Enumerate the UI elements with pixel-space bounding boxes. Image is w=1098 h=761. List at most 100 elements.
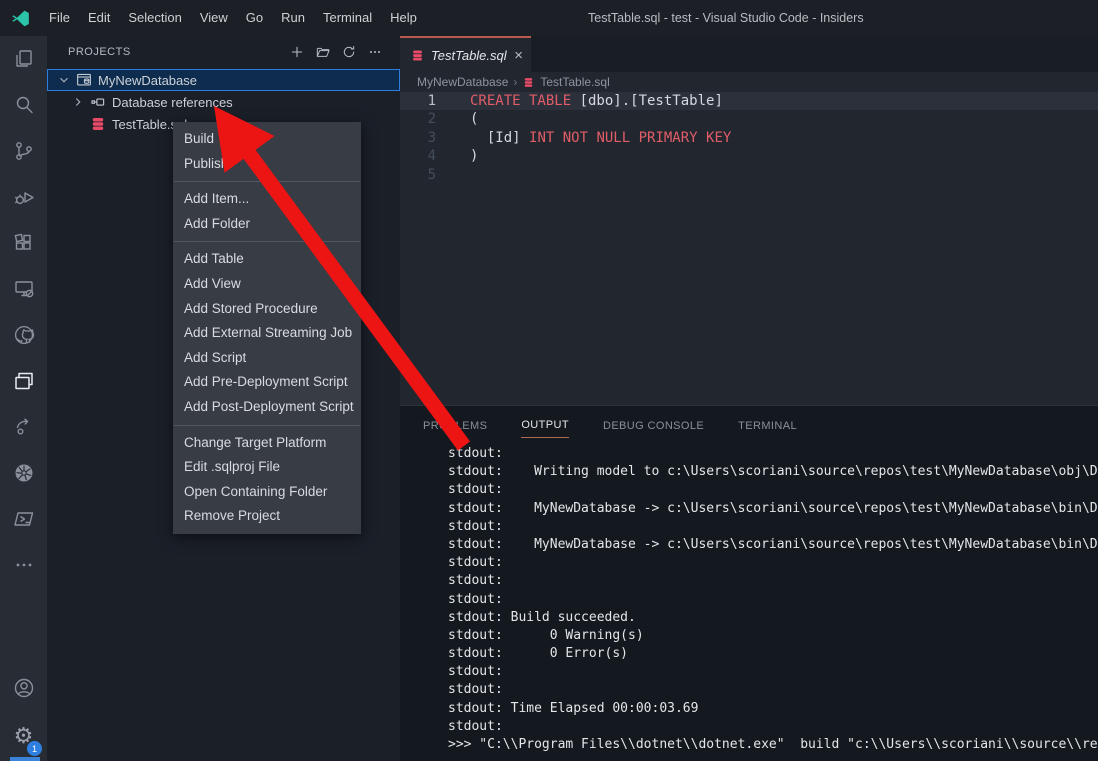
menu-terminal[interactable]: Terminal — [314, 0, 381, 36]
output-line: stdout: — [448, 572, 1098, 590]
line-number: 5 — [400, 166, 452, 184]
sidebar-title: PROJECTS — [68, 46, 131, 58]
output-line: stdout: Time Elapsed 00:00:03.69 — [448, 700, 1098, 718]
output-line: stdout: MyNewDatabase -> c:\Users\scoria… — [448, 500, 1098, 518]
context-menu-item-add-item[interactable]: Add Item... — [173, 187, 361, 212]
breadcrumb-project[interactable]: MyNewDatabase — [417, 75, 508, 89]
line-text: ( — [452, 110, 478, 128]
close-icon[interactable]: × — [514, 48, 523, 63]
context-menu-item-build[interactable]: Build — [173, 127, 361, 152]
powershell-icon[interactable] — [0, 496, 47, 542]
twistie-placeholder — [70, 116, 86, 132]
menu-run[interactable]: Run — [272, 0, 314, 36]
search-icon[interactable] — [0, 82, 47, 128]
run-debug-icon[interactable] — [0, 174, 47, 220]
menu-view[interactable]: View — [191, 0, 237, 36]
workbench: ⚙ 1 PROJECTS MyNewDatabase Database — [0, 36, 1098, 761]
refresh-icon[interactable] — [338, 41, 360, 63]
output-line: >>> "C:\\Program Files\\dotnet\\dotnet.e… — [448, 736, 1098, 754]
panel-tabs: PROBLEMS OUTPUT DEBUG CONSOLE TERMINAL — [400, 406, 1098, 438]
database-project-icon — [75, 71, 93, 89]
panel-tab-terminal[interactable]: TERMINAL — [738, 411, 797, 438]
settings-badge: 1 — [27, 741, 42, 756]
line-text: [Id] INT NOT NULL PRIMARY KEY — [452, 129, 731, 147]
extensions-icon[interactable] — [0, 220, 47, 266]
live-share-icon[interactable] — [0, 404, 47, 450]
sidebar-actions — [286, 41, 386, 63]
menu-separator — [174, 425, 360, 426]
context-menu-item-add-pre-deployment-script[interactable]: Add Pre-Deployment Script — [173, 370, 361, 395]
context-menu-item-add-post-deployment-script[interactable]: Add Post-Deployment Script — [173, 395, 361, 420]
kubernetes-icon[interactable] — [0, 450, 47, 496]
tree-row-project[interactable]: MyNewDatabase — [47, 69, 400, 91]
sql-file-icon — [410, 48, 425, 63]
tree-row-database-references[interactable]: Database references — [47, 91, 400, 113]
sql-file-icon — [522, 76, 535, 89]
menu-help[interactable]: Help — [381, 0, 426, 36]
remote-explorer-icon[interactable] — [0, 266, 47, 312]
panel-tab-output[interactable]: OUTPUT — [521, 410, 569, 438]
output-line: stdout: 0 Error(s) — [448, 645, 1098, 663]
breadcrumb: MyNewDatabase › TestTable.sql — [400, 72, 1098, 92]
output-console[interactable]: stdout:stdout: Writing model to c:\Users… — [400, 438, 1098, 755]
explorer-icon[interactable] — [0, 36, 47, 82]
chevron-right-icon[interactable] — [70, 94, 86, 110]
source-control-icon[interactable] — [0, 128, 47, 174]
tree-row-label: MyNewDatabase — [98, 73, 197, 88]
menu-file[interactable]: File — [40, 0, 79, 36]
menu-bar: FileEditSelectionViewGoRunTerminalHelp — [40, 0, 426, 36]
open-folder-icon[interactable] — [312, 41, 334, 63]
code-editor[interactable]: 1CREATE TABLE [dbo].[TestTable]2(3 [Id] … — [400, 92, 1098, 184]
output-line: stdout: — [448, 663, 1098, 681]
reference-icon — [89, 93, 107, 111]
tab-testtable-sql[interactable]: TestTable.sql × — [400, 36, 531, 72]
add-project-icon[interactable] — [286, 41, 308, 63]
menu-selection[interactable]: Selection — [119, 0, 190, 36]
output-line: stdout: MyNewDatabase -> c:\Users\scoria… — [448, 536, 1098, 554]
output-line: stdout: — [448, 718, 1098, 736]
tab-label: TestTable.sql — [431, 48, 507, 63]
menu-go[interactable]: Go — [237, 0, 272, 36]
settings-gear-icon[interactable]: ⚙ 1 — [0, 711, 47, 761]
context-menu-item-change-target-platform[interactable]: Change Target Platform — [173, 431, 361, 456]
context-menu-item-edit-sqlproj-file[interactable]: Edit .sqlproj File — [173, 455, 361, 480]
panel-tab-problems[interactable]: PROBLEMS — [423, 411, 487, 438]
vscode-insiders-logo-icon — [11, 9, 30, 28]
account-icon[interactable] — [0, 665, 47, 711]
code-line-1: 1CREATE TABLE [dbo].[TestTable] — [400, 92, 1098, 110]
context-menu-item-add-external-streaming-job[interactable]: Add External Streaming Job — [173, 321, 361, 346]
output-line: stdout: — [448, 554, 1098, 572]
breadcrumb-file[interactable]: TestTable.sql — [540, 75, 609, 89]
output-line: stdout: Build succeeded. — [448, 609, 1098, 627]
more-actions-icon[interactable] — [364, 41, 386, 63]
context-menu-item-add-table[interactable]: Add Table — [173, 247, 361, 272]
output-line: stdout: — [448, 591, 1098, 609]
output-line: stdout: — [448, 518, 1098, 536]
projects-icon[interactable] — [0, 358, 47, 404]
chevron-down-icon[interactable] — [56, 72, 72, 88]
breadcrumb-separator-icon: › — [513, 75, 517, 89]
line-text: ) — [452, 147, 478, 165]
panel-tab-debug-console[interactable]: DEBUG CONSOLE — [603, 411, 704, 438]
context-menu-item-publish[interactable]: Publish — [173, 152, 361, 177]
context-menu-item-open-containing-folder[interactable]: Open Containing Folder — [173, 480, 361, 505]
context-menu-item-add-view[interactable]: Add View — [173, 272, 361, 297]
menu-edit[interactable]: Edit — [79, 0, 119, 36]
context-menu-item-add-folder[interactable]: Add Folder — [173, 212, 361, 237]
more-views-icon[interactable] — [0, 542, 47, 588]
context-menu-item-remove-project[interactable]: Remove Project — [173, 504, 361, 529]
bottom-panel: PROBLEMS OUTPUT DEBUG CONSOLE TERMINAL stdo… — [400, 405, 1098, 761]
github-icon[interactable] — [0, 312, 47, 358]
code-line-4: 4) — [400, 147, 1098, 165]
bottom-blue-strip — [10, 757, 40, 761]
code-lines: 1CREATE TABLE [dbo].[TestTable]2(3 [Id] … — [400, 92, 1098, 184]
context-menu-item-add-stored-procedure[interactable]: Add Stored Procedure — [173, 297, 361, 322]
line-number: 1 — [400, 92, 452, 110]
tree-row-label: Database references — [112, 95, 233, 110]
code-line-5: 5 — [400, 166, 1098, 184]
line-number: 4 — [400, 147, 452, 165]
output-line: stdout: — [448, 681, 1098, 699]
line-number: 3 — [400, 129, 452, 147]
context-menu-item-add-script[interactable]: Add Script — [173, 346, 361, 371]
output-line: stdout: 0 Warning(s) — [448, 627, 1098, 645]
